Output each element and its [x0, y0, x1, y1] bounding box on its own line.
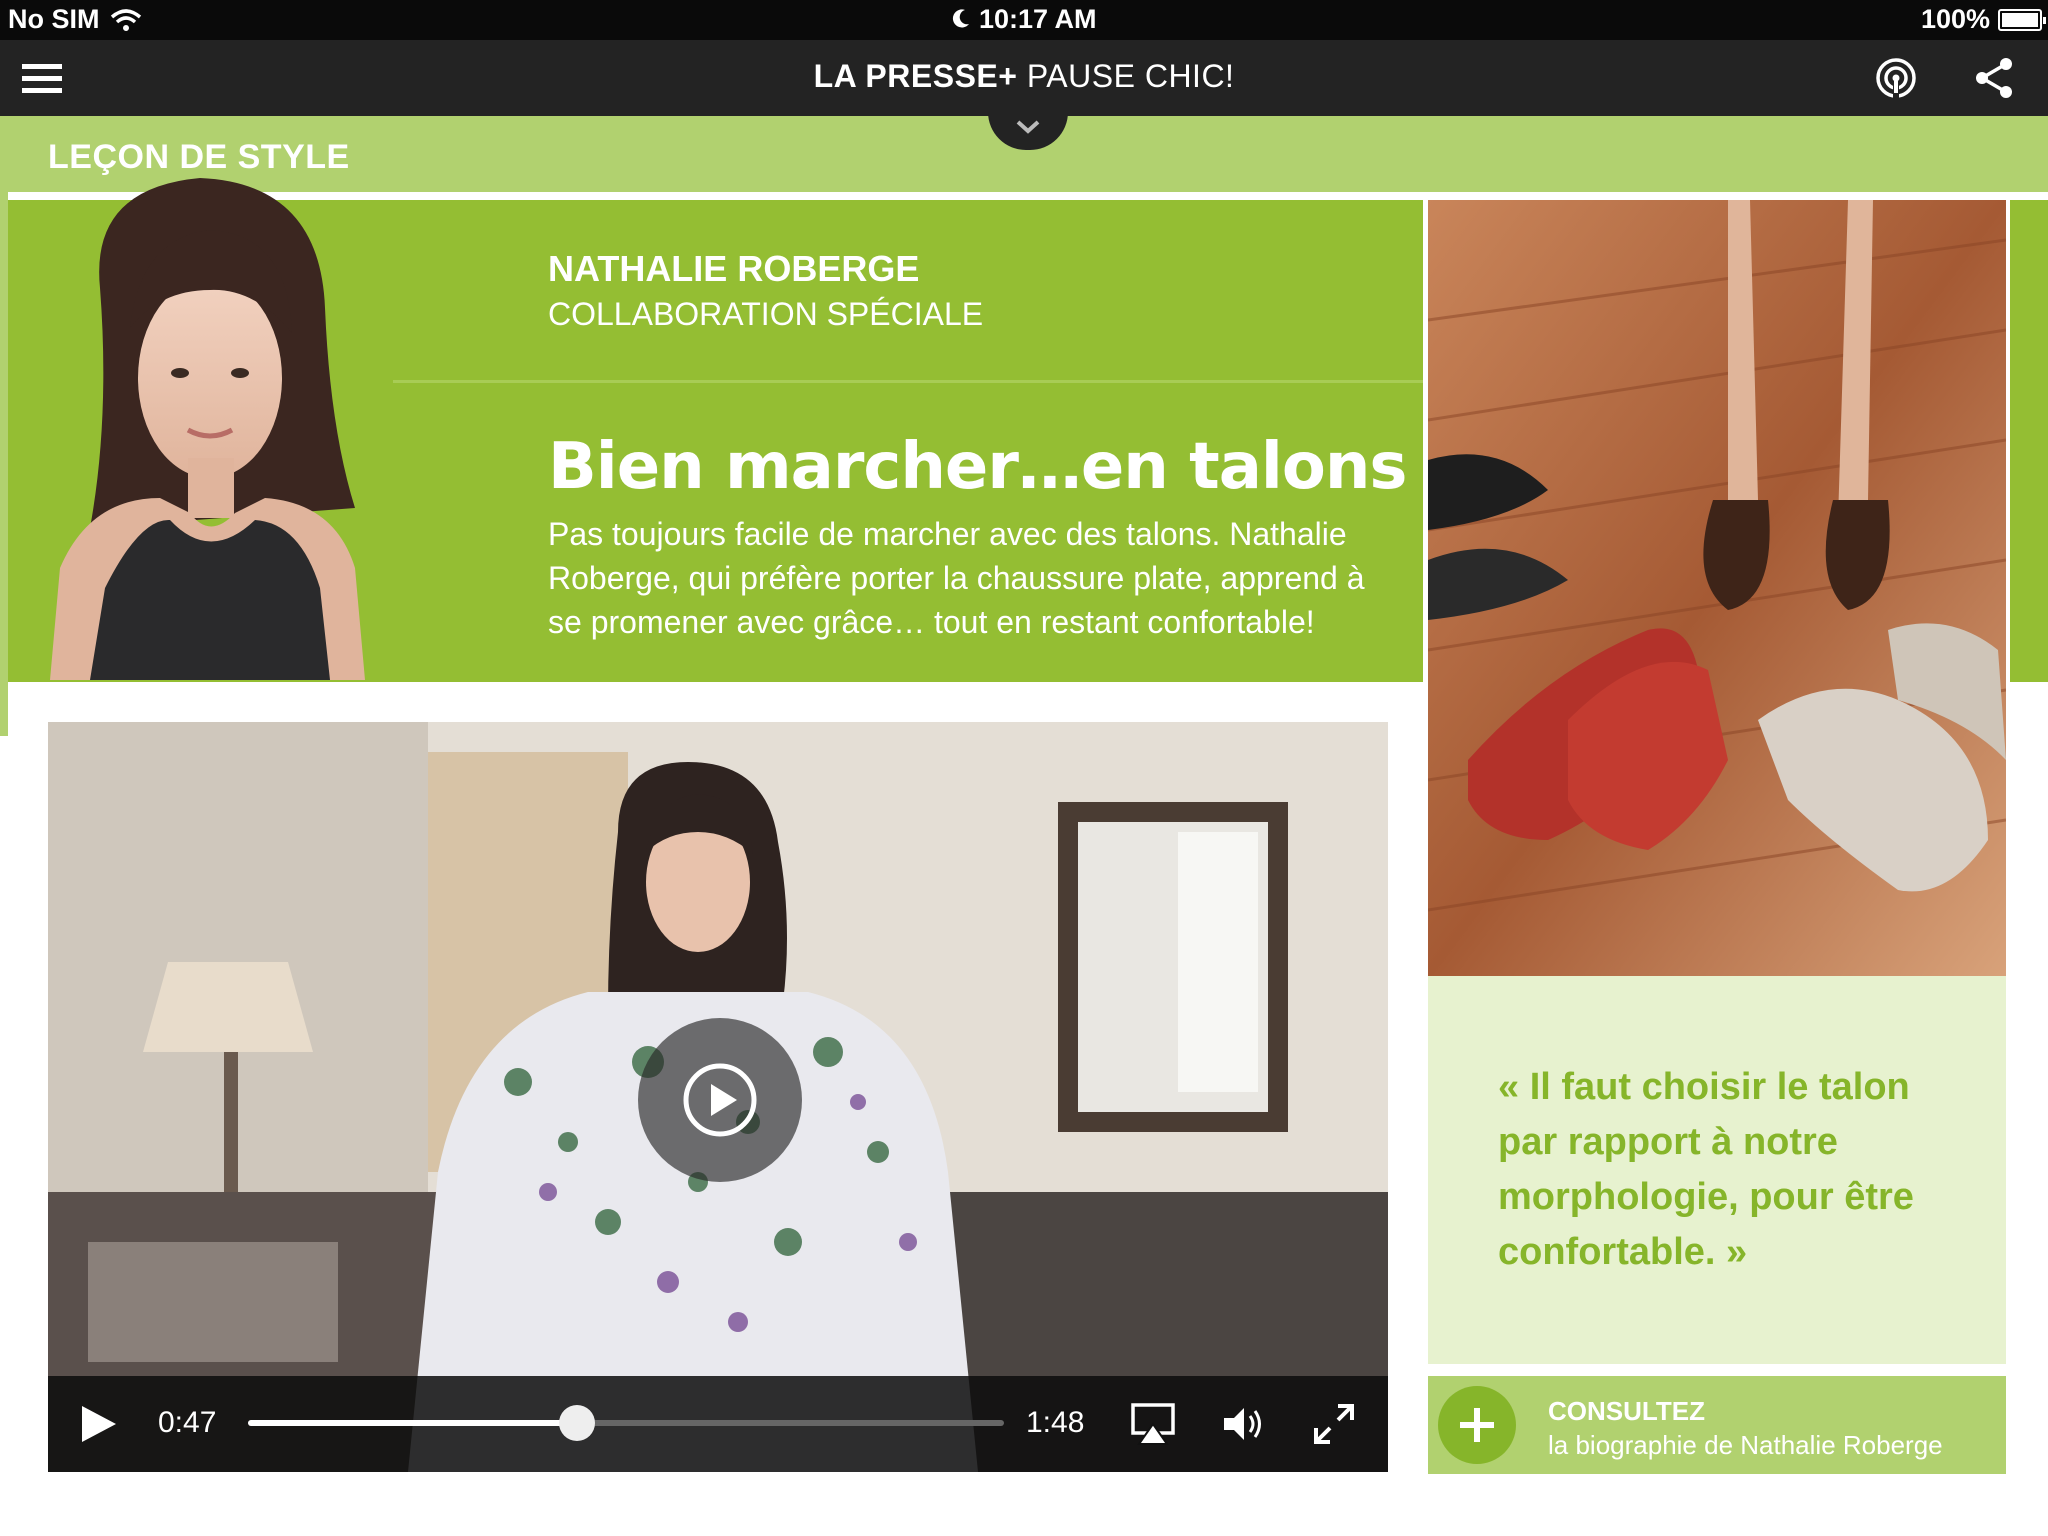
- status-time: 10:17 AM: [978, 4, 1097, 34]
- left-edge-accent: [0, 116, 8, 736]
- brand-name: LA PRESSE+: [813, 58, 1018, 94]
- progress-fill: [248, 1420, 577, 1426]
- app-title: LA PRESSE+ PAUSE CHIC!: [0, 58, 2048, 95]
- share-icon[interactable]: [1972, 56, 2016, 100]
- play-circle-icon: [683, 1063, 757, 1137]
- pull-quote-box: « Il faut choisir le talon par rapport à…: [1428, 976, 2006, 1364]
- app-header: LA PRESSE+ PAUSE CHIC!: [0, 40, 2048, 116]
- airplay-icon[interactable]: [1130, 1402, 1176, 1446]
- fullscreen-icon[interactable]: [1312, 1402, 1356, 1446]
- article-lede: Pas toujours facile de marcher avec des …: [548, 516, 1365, 640]
- video-play-overlay-button[interactable]: [638, 1018, 802, 1182]
- battery-percent: 100%: [1920, 4, 1990, 34]
- section-name: PAUSE CHIC!: [1026, 58, 1235, 94]
- pull-quote: « Il faut choisir le talon par rapport à…: [1498, 1066, 1914, 1273]
- play-icon[interactable]: [78, 1404, 118, 1444]
- moon-icon: [953, 9, 970, 28]
- shoes-photo: [1428, 200, 2006, 976]
- status-bar: No SIM 10:17 AM 100%: [0, 0, 2048, 40]
- divider: [393, 380, 1423, 383]
- battery-icon: [1998, 8, 2046, 31]
- video-player[interactable]: 0:47 1:48: [48, 722, 1388, 1472]
- author-portrait: [30, 168, 415, 680]
- current-time: 0:47: [158, 1406, 217, 1439]
- right-accent-strip: [2010, 200, 2048, 682]
- video-controls: 0:47 1:48: [48, 1376, 1388, 1472]
- plus-icon: [1438, 1386, 1516, 1464]
- article-headline: Bien marcher…en talons: [548, 430, 1407, 504]
- author-name: NATHALIE ROBERGE: [548, 248, 920, 289]
- author-role: COLLABORATION SPÉCIALE: [548, 296, 984, 332]
- progress-track[interactable]: [248, 1405, 1004, 1441]
- chevron-down-icon: [1016, 120, 1040, 134]
- biography-link[interactable]: CONSULTEZ la biographie de Nathalie Robe…: [1428, 1376, 2006, 1474]
- podcast-icon[interactable]: [1874, 56, 1918, 100]
- video-duration: 1:48: [1026, 1406, 1085, 1439]
- volume-icon[interactable]: [1220, 1402, 1266, 1446]
- scrubber-handle[interactable]: [558, 1405, 595, 1441]
- bio-link-subtitle: la biographie de Nathalie Roberge: [1548, 1430, 1943, 1460]
- bio-link-title: CONSULTEZ: [1548, 1396, 1705, 1426]
